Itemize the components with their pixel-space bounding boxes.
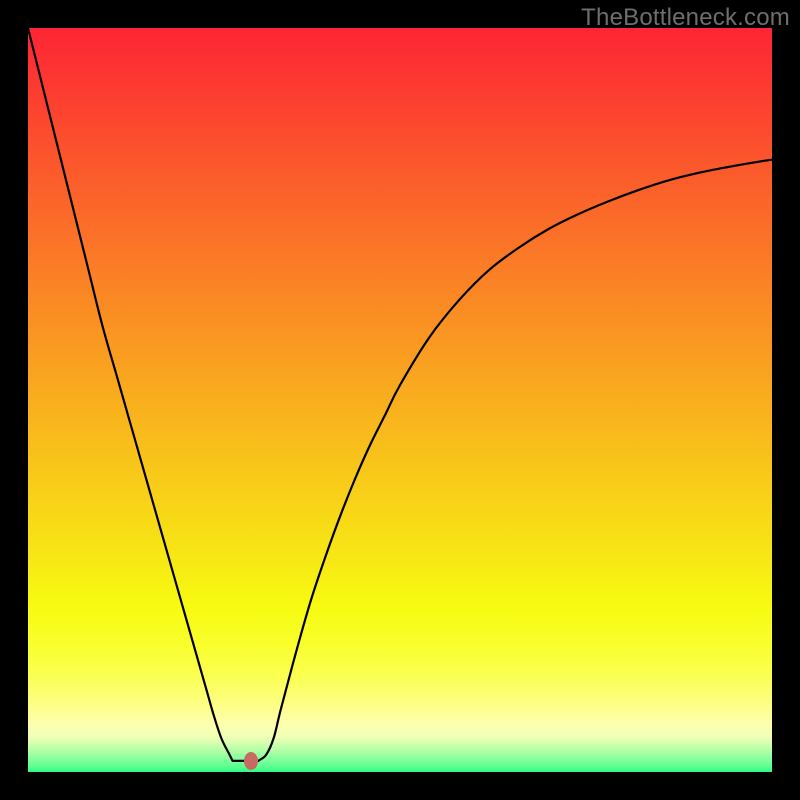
chart-frame: TheBottleneck.com bbox=[0, 0, 800, 800]
bottleneck-curve bbox=[28, 28, 772, 761]
plot-area bbox=[28, 28, 772, 772]
curve-layer bbox=[28, 28, 772, 772]
current-point-marker bbox=[244, 752, 258, 770]
